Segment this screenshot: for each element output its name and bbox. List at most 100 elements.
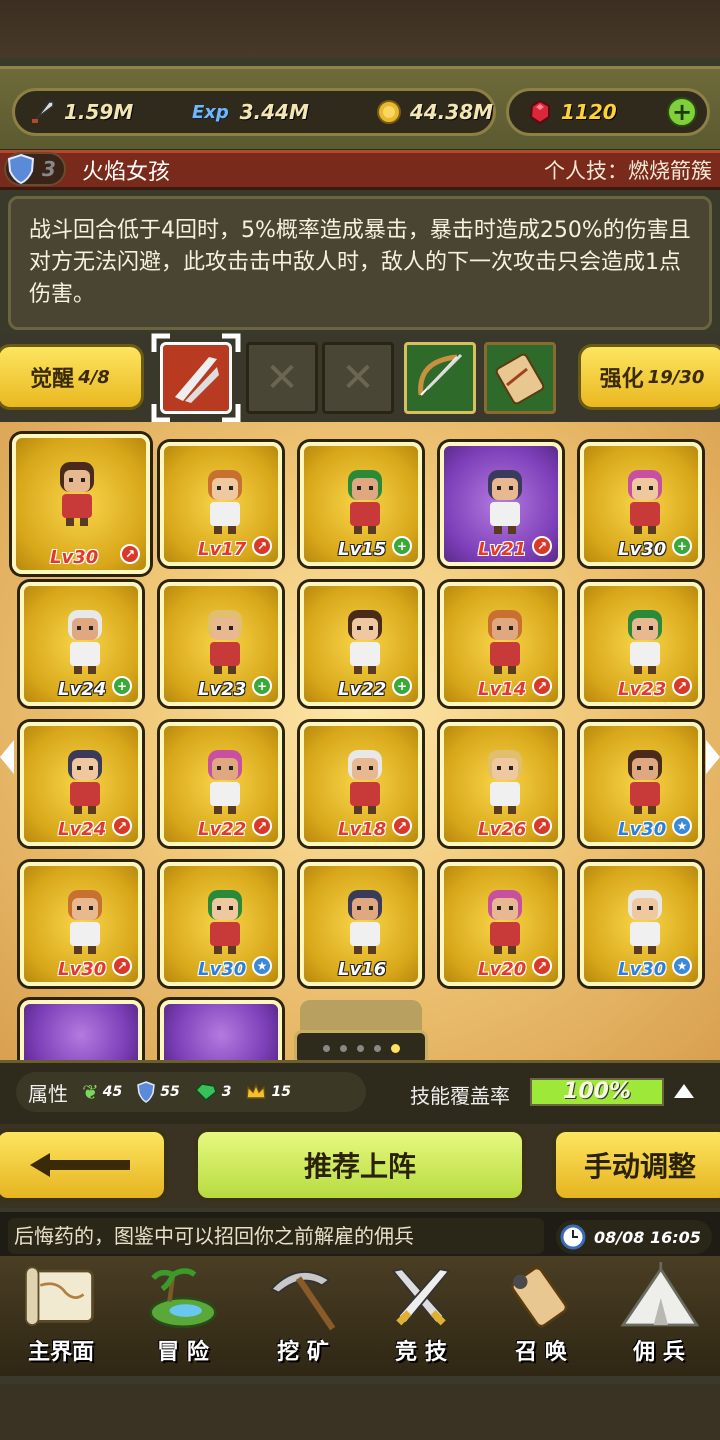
hero-card[interactable]: Lv30 ↗: [20, 862, 142, 986]
add-gems-button[interactable]: +: [667, 97, 697, 127]
nav-adventure[interactable]: 冒 险: [128, 1262, 238, 1372]
hero-card[interactable]: Lv23 +: [160, 582, 282, 706]
hero-card[interactable]: Lv21 ↗: [440, 442, 562, 566]
hero-portrait: [68, 750, 102, 814]
hero-level: Lv30: [618, 959, 667, 980]
hero-portrait: [60, 462, 94, 526]
hero-card[interactable]: Lv30 ★: [160, 862, 282, 986]
exp-icon: Exp: [192, 101, 229, 123]
selection-bracket: [151, 333, 241, 423]
ticker-message: 后悔药的，图鉴中可以招回你之前解雇的佣兵: [8, 1218, 544, 1254]
back-button[interactable]: [0, 1128, 168, 1202]
hero-card[interactable]: Lv14 ↗: [440, 582, 562, 706]
hero-card[interactable]: Lv30 ★: [580, 862, 702, 986]
hero-portrait: [628, 890, 662, 954]
hero-card[interactable]: Lv22 +: [300, 582, 422, 706]
upgrade-arrow-icon: ↗: [112, 956, 132, 976]
hero-card[interactable]: Lv30 ★: [580, 722, 702, 846]
plus-icon: +: [112, 676, 132, 696]
nav-mercenary[interactable]: 佣 兵: [604, 1262, 714, 1372]
empty-skill-slot[interactable]: ✕: [246, 342, 318, 414]
plus-icon: +: [392, 536, 412, 556]
plus-icon: +: [672, 536, 692, 556]
hero-level: Lv23: [198, 679, 247, 700]
gold-coin-icon: [375, 97, 404, 127]
hero-card[interactable]: Lv26 ↗: [440, 722, 562, 846]
hero-level: Lv30: [618, 539, 667, 560]
hero-card[interactable]: Lv24 +: [20, 582, 142, 706]
hero-level: Lv24: [58, 679, 107, 700]
upgrade-arrow-icon: ↗: [252, 536, 272, 556]
hero-portrait: [488, 610, 522, 674]
map-icon: [25, 1266, 94, 1326]
upgrade-arrow-icon: ↗: [532, 676, 552, 696]
hero-level: Lv15: [338, 539, 387, 560]
hero-level: Lv21: [478, 539, 527, 560]
hero-portrait: [628, 610, 662, 674]
hero-card[interactable]: Lv20 ↗: [440, 862, 562, 986]
hero-card[interactable]: Lv22 ↗: [160, 722, 282, 846]
hero-card[interactable]: Lv30 ↗: [12, 434, 150, 574]
attack-value: 1.59M: [63, 100, 134, 124]
hero-card[interactable]: Lv17 ↗: [160, 442, 282, 566]
hero-portrait: [208, 750, 242, 814]
pickaxe-icon: [270, 1271, 336, 1331]
hero-portrait: [208, 470, 242, 534]
nav-arena[interactable]: 竞 技: [366, 1262, 476, 1372]
scroll-icon: [510, 1266, 568, 1328]
clock-panel: 08/08 16:05: [556, 1220, 712, 1254]
recommend-deploy-button[interactable]: 推荐上阵: [194, 1128, 526, 1202]
bow-skill-slot[interactable]: [404, 342, 476, 414]
awaken-button[interactable]: 觉醒 4/8: [0, 344, 144, 410]
hero-card[interactable]: Lv24 ↗: [20, 722, 142, 846]
skill-description: 战斗回合低于4回时，5%概率造成暴击，暴击时造成250%的伤害且对方无法闪避，此…: [8, 196, 712, 330]
hero-level: Lv30: [198, 959, 247, 980]
upgrade-arrow-icon: ↗: [532, 536, 552, 556]
scroll-skill-slot[interactable]: [484, 342, 556, 414]
star-icon: ★: [672, 956, 692, 976]
shield-icon: [137, 1081, 156, 1103]
upgrade-arrow-icon: ↗: [392, 816, 412, 836]
star-icon: ★: [672, 816, 692, 836]
nav-mining[interactable]: 挖 矿: [248, 1262, 358, 1372]
hero-level: Lv17: [198, 539, 247, 560]
hero-card[interactable]: Lv16: [300, 862, 422, 986]
hero-level: Lv22: [338, 679, 387, 700]
exp-value: 3.44M: [239, 100, 309, 124]
left-arrow-icon: [30, 1153, 130, 1177]
empty-skill-slot[interactable]: ✕: [322, 342, 394, 414]
shield-icon: [7, 153, 35, 185]
hero-level: Lv30: [50, 547, 99, 568]
gold-value: 44.38M: [409, 100, 494, 124]
nav-main[interactable]: 主界面: [6, 1262, 116, 1372]
hero-card[interactable]: Lv15 +: [300, 442, 422, 566]
top-map-background: [0, 0, 720, 66]
bottom-frame: [0, 1384, 720, 1440]
hero-card[interactable]: Lv23 ↗: [580, 582, 702, 706]
upgrade-arrow-icon: ↗: [252, 816, 272, 836]
hero-portrait: [628, 470, 662, 534]
coverage-bar: 100%: [530, 1078, 664, 1106]
manual-adjust-button[interactable]: 手动调整: [552, 1128, 720, 1202]
hero-card[interactable]: Lv18 ↗: [300, 722, 422, 846]
hero-portrait: [208, 890, 242, 954]
hero-level: Lv14: [478, 679, 527, 700]
crown-icon: [246, 1083, 267, 1099]
ruby-gem-icon: [525, 97, 555, 127]
hero-portrait: [628, 750, 662, 814]
hero-level: Lv30: [58, 959, 107, 980]
emerald-icon: [194, 1083, 217, 1102]
gems-panel: 1120 +: [506, 88, 710, 136]
upgrade-arrow-icon: ↗: [120, 544, 140, 564]
tent-icon: [620, 1262, 700, 1327]
enhance-button[interactable]: 强化 19/30: [578, 344, 720, 410]
plus-icon: +: [392, 676, 412, 696]
hero-name-bar: 3 火焰女孩 个人技：燃烧箭簇: [0, 150, 720, 190]
hero-level: Lv24: [58, 819, 107, 840]
hero-portrait: [348, 470, 382, 534]
hero-portrait: [488, 890, 522, 954]
nav-summon[interactable]: 召 唤: [486, 1262, 596, 1372]
hero-portrait: [208, 610, 242, 674]
bow-icon: [418, 353, 463, 396]
hero-card[interactable]: Lv30 +: [580, 442, 702, 566]
